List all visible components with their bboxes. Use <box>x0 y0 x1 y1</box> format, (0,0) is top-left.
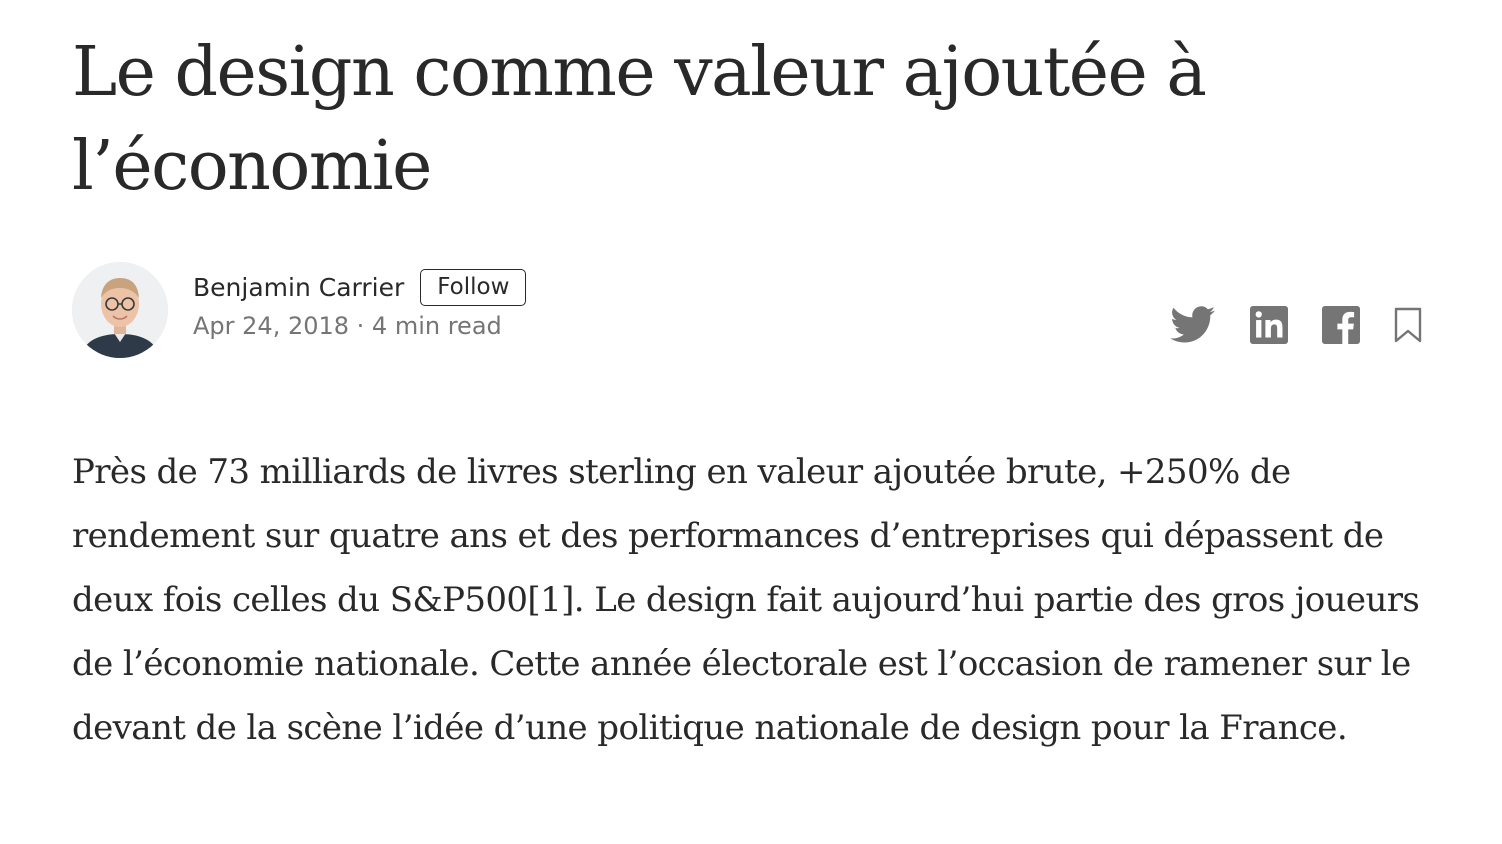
facebook-icon[interactable] <box>1322 306 1360 344</box>
article-body-paragraph: Près de 73 milliards de livres sterling … <box>72 452 1420 748</box>
twitter-icon[interactable] <box>1170 306 1216 344</box>
bookmark-icon[interactable] <box>1394 307 1422 343</box>
article-title: Le design comme valeur ajoutée à l’écono… <box>72 33 1207 206</box>
publish-date: Apr 24, 2018 <box>193 312 350 340</box>
author-row: Benjamin Carrier Follow <box>193 268 527 306</box>
byline: Benjamin Carrier Follow Apr 24, 2018 · 4… <box>72 262 1422 358</box>
article-meta: Apr 24, 2018 · 4 min read <box>193 312 502 340</box>
follow-button[interactable]: Follow <box>420 268 527 306</box>
author-avatar[interactable] <box>72 262 168 358</box>
share-toolbar <box>1136 306 1422 344</box>
read-time: 4 min read <box>371 312 502 340</box>
author-name[interactable]: Benjamin Carrier <box>193 273 404 302</box>
meta-separator: · <box>349 312 372 340</box>
linkedin-icon[interactable] <box>1250 306 1288 344</box>
avatar-portrait <box>72 262 168 358</box>
